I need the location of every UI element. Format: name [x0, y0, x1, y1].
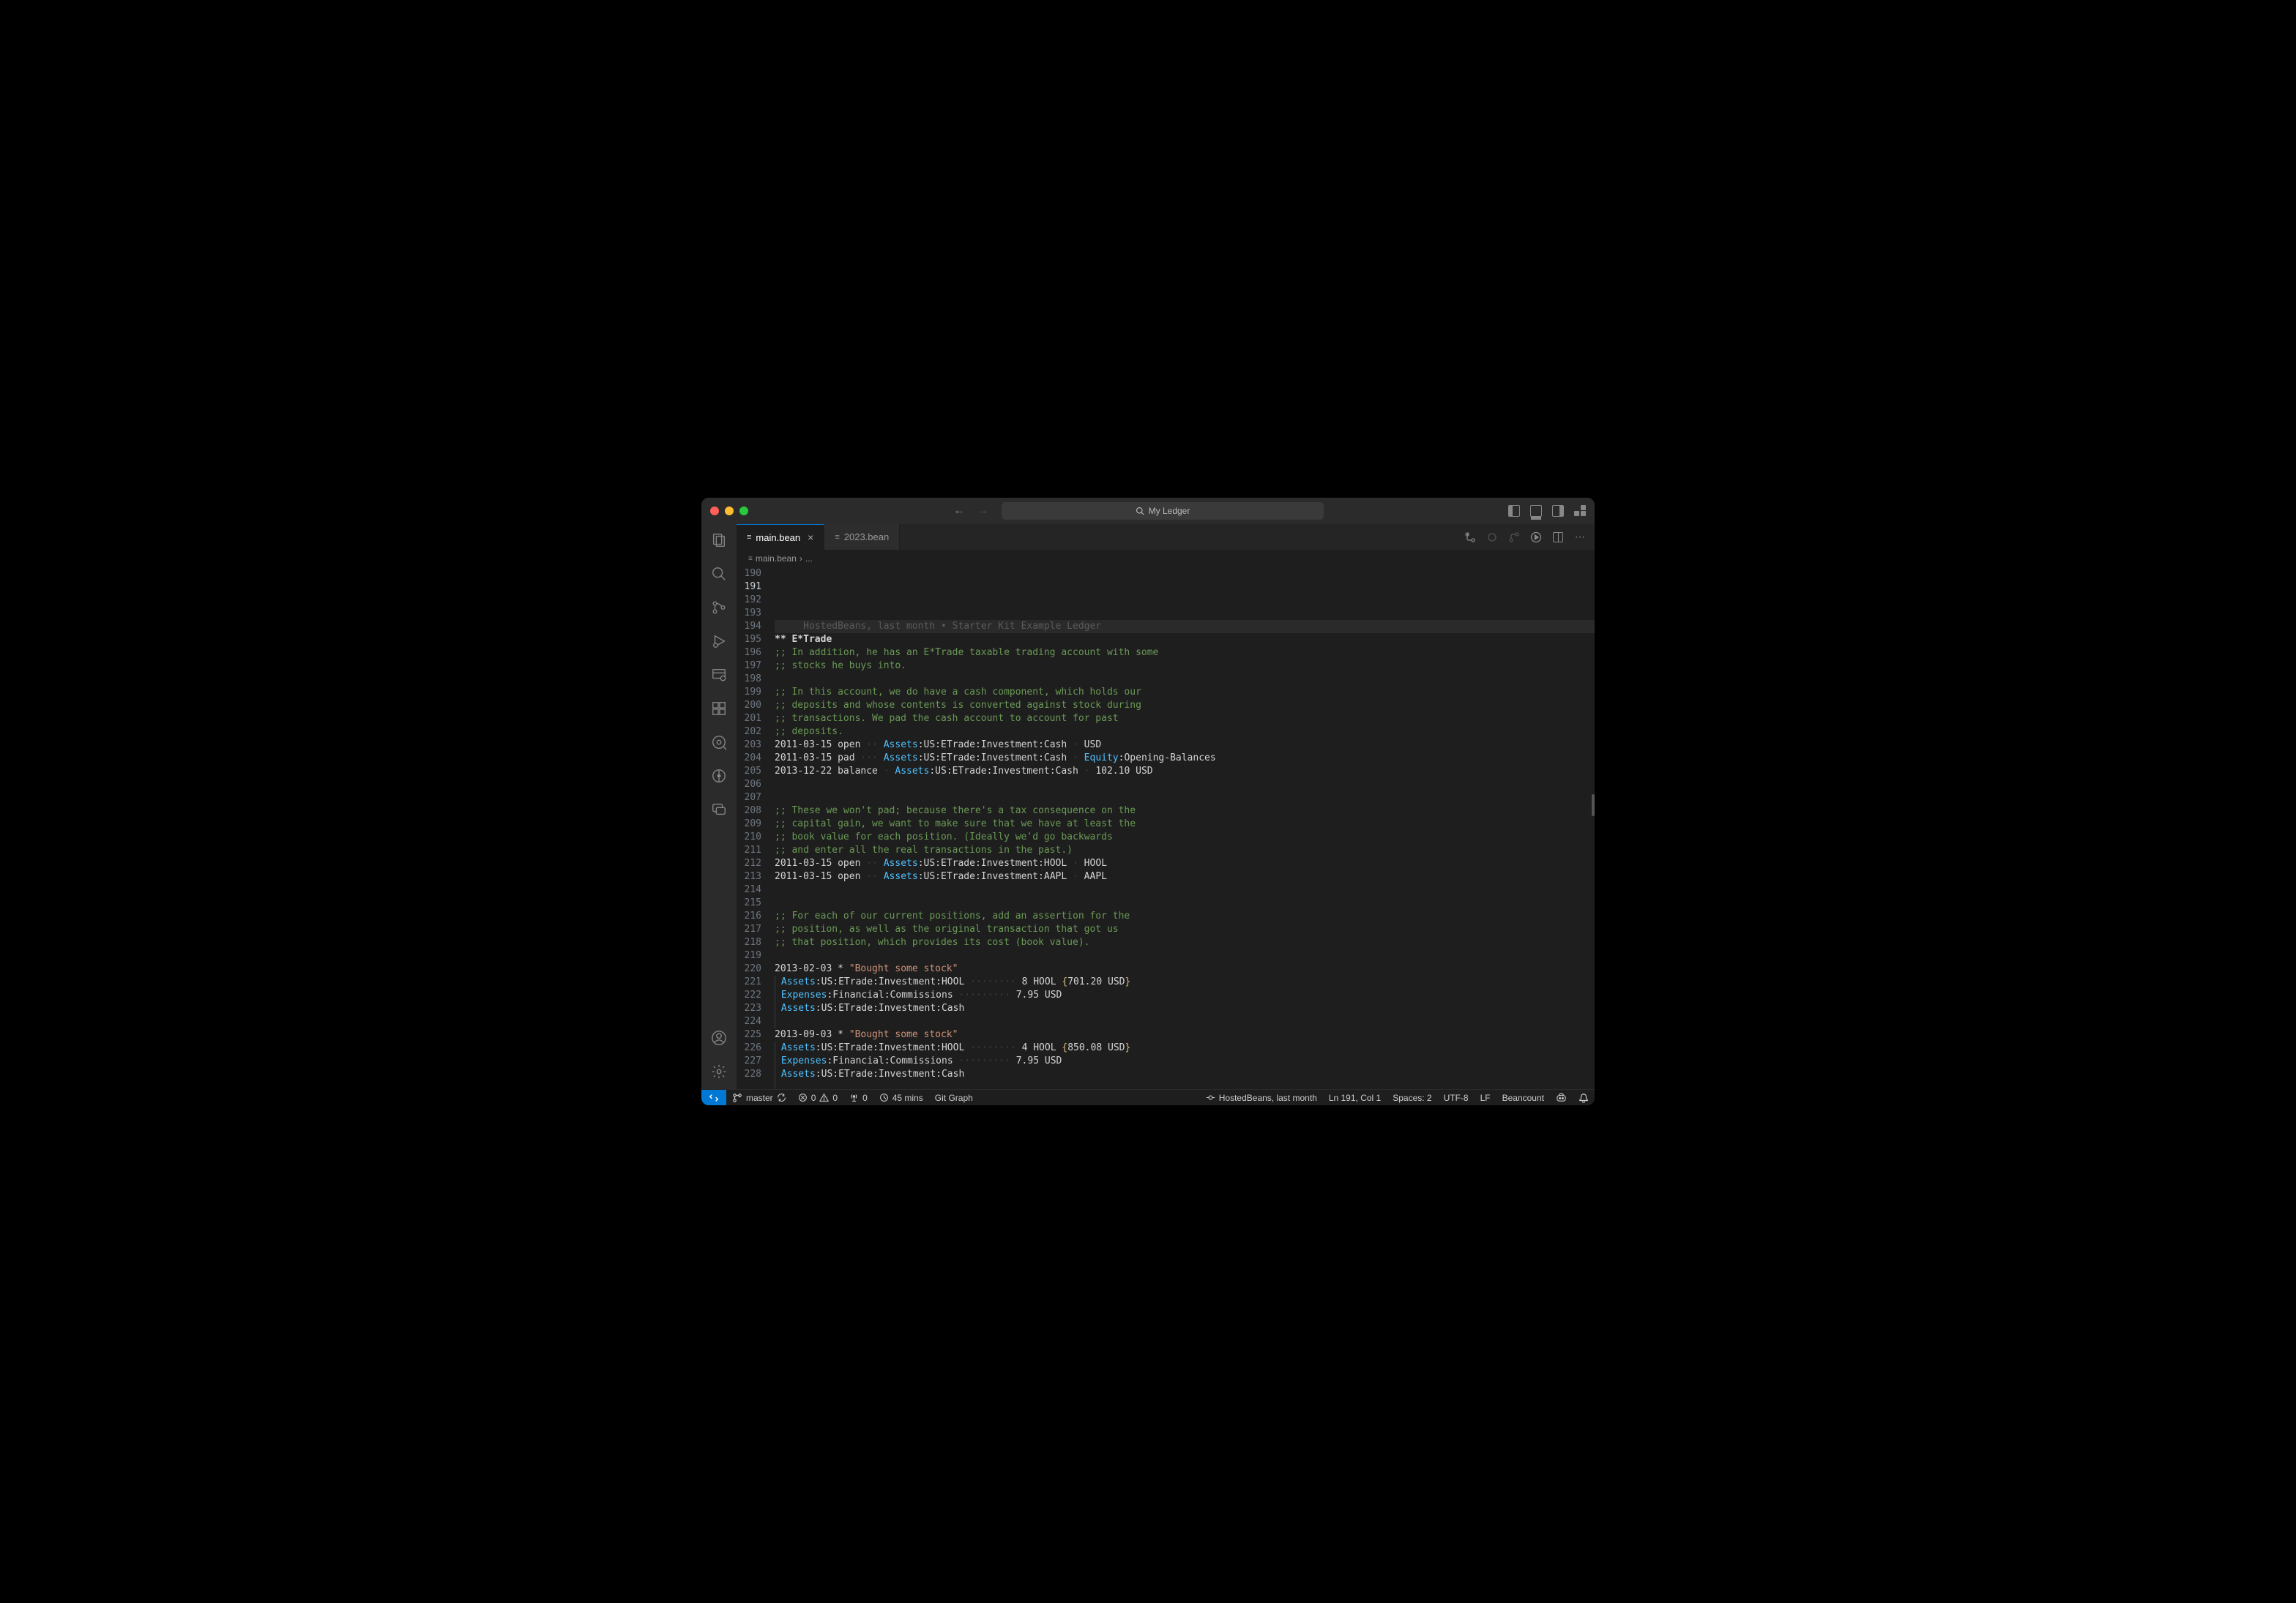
titlebar: ← → My Ledger	[701, 498, 1595, 524]
git-sync-icon[interactable]	[1486, 531, 1498, 543]
editor-actions: ⋯	[1464, 524, 1595, 550]
copilot-icon	[1556, 1092, 1567, 1103]
lang-label: Beancount	[1502, 1093, 1544, 1103]
gitlens-icon[interactable]	[710, 733, 728, 751]
nav-back-button[interactable]: ←	[953, 504, 965, 517]
command-center[interactable]: My Ledger	[1002, 502, 1324, 520]
tab-label: main.bean	[756, 532, 800, 543]
customize-layout-button[interactable]	[1574, 505, 1586, 517]
code-content[interactable]: HostedBeans, last month • Starter Kit Ex…	[775, 567, 1595, 1089]
file-icon: ≡	[748, 555, 753, 563]
encoding-status[interactable]: UTF-8	[1438, 1093, 1475, 1103]
clock-icon	[879, 1093, 889, 1102]
tab-label: 2023.bean	[844, 531, 889, 542]
blame-status[interactable]: HostedBeans, last month	[1200, 1093, 1323, 1103]
editor-group: ≡ main.bean × ≡ 2023.bean ⋯	[737, 524, 1595, 1089]
toggle-panel-button[interactable]	[1530, 505, 1542, 517]
radio-tower-icon	[849, 1093, 859, 1102]
time-tracking-status[interactable]: 45 mins	[873, 1093, 929, 1103]
ports-count: 0	[862, 1093, 868, 1103]
close-window-button[interactable]	[710, 507, 719, 515]
eol-status[interactable]: LF	[1475, 1093, 1496, 1103]
warnings-count: 0	[832, 1093, 838, 1103]
workbench: ≡ main.bean × ≡ 2023.bean ⋯	[701, 524, 1595, 1089]
split-editor-icon[interactable]	[1552, 531, 1564, 543]
status-bar: master 0 0 0 45 mins Git Graph HostedBea…	[701, 1089, 1595, 1105]
tab-main-bean[interactable]: ≡ main.bean ×	[737, 524, 824, 550]
warning-icon	[819, 1093, 829, 1102]
copilot-status[interactable]	[1550, 1092, 1573, 1103]
activity-bar	[701, 524, 737, 1089]
breadcrumb-sep: ›	[800, 553, 802, 564]
breadcrumb-rest: ...	[805, 553, 813, 564]
spaces-label: Spaces: 2	[1393, 1093, 1431, 1103]
commit-icon	[1206, 1093, 1215, 1102]
error-icon	[798, 1093, 808, 1102]
search-icon	[1136, 507, 1144, 515]
window: ← → My Ledger	[701, 498, 1595, 1105]
explorer-icon[interactable]	[710, 531, 728, 549]
git-graph-activity-icon[interactable]	[710, 767, 728, 785]
file-icon: ≡	[747, 533, 751, 542]
code-area[interactable]: 1901911921931941951961971981992002012022…	[737, 567, 1595, 1089]
tab-close-button[interactable]: ×	[808, 531, 813, 543]
cursor-position-status[interactable]: Ln 191, Col 1	[1323, 1093, 1387, 1103]
eol-label: LF	[1480, 1093, 1491, 1103]
git-branch-status[interactable]: master	[726, 1093, 792, 1103]
remote-explorer-icon[interactable]	[710, 666, 728, 684]
nav-forward-button[interactable]: →	[977, 504, 988, 517]
maximize-window-button[interactable]	[739, 507, 748, 515]
run-file-icon[interactable]	[1530, 531, 1542, 543]
minimap-slider[interactable]	[1592, 794, 1595, 816]
line-number-gutter: 1901911921931941951961971981992002012022…	[737, 567, 775, 1089]
extensions-icon[interactable]	[710, 700, 728, 717]
minimize-window-button[interactable]	[725, 507, 734, 515]
settings-gear-icon[interactable]	[710, 1063, 728, 1080]
git-branch-icon	[732, 1093, 742, 1103]
window-controls	[710, 507, 748, 515]
more-actions-icon[interactable]: ⋯	[1574, 531, 1586, 543]
git-pull-icon[interactable]	[1464, 531, 1476, 543]
titlebar-layout-controls	[1508, 505, 1586, 517]
ports-status[interactable]: 0	[843, 1093, 873, 1103]
tabs-container: ≡ main.bean × ≡ 2023.bean ⋯	[737, 524, 1595, 550]
toggle-primary-sidebar-button[interactable]	[1508, 505, 1520, 517]
nav-arrows: ← →	[953, 504, 988, 517]
notifications-status[interactable]	[1573, 1093, 1595, 1103]
command-center-label: My Ledger	[1149, 506, 1190, 516]
breadcrumb[interactable]: ≡ main.bean › ...	[737, 550, 1595, 567]
sync-icon	[777, 1093, 786, 1102]
language-status[interactable]: Beancount	[1496, 1093, 1550, 1103]
blame-label: HostedBeans, last month	[1219, 1093, 1317, 1103]
git-push-icon[interactable]	[1508, 531, 1520, 543]
errors-count: 0	[811, 1093, 816, 1103]
encoding-label: UTF-8	[1444, 1093, 1469, 1103]
branch-name: master	[746, 1093, 773, 1103]
indentation-status[interactable]: Spaces: 2	[1387, 1093, 1437, 1103]
problems-status[interactable]: 0 0	[792, 1093, 843, 1103]
file-icon: ≡	[835, 533, 839, 542]
chat-icon[interactable]	[710, 801, 728, 818]
breadcrumb-file: main.bean	[756, 553, 797, 564]
lncol-label: Ln 191, Col 1	[1329, 1093, 1381, 1103]
accounts-icon[interactable]	[710, 1029, 728, 1047]
bell-icon	[1578, 1093, 1589, 1103]
git-graph-label: Git Graph	[935, 1093, 973, 1103]
search-sidebar-icon[interactable]	[710, 565, 728, 583]
source-control-icon[interactable]	[710, 599, 728, 616]
run-debug-icon[interactable]	[710, 632, 728, 650]
git-graph-status[interactable]: Git Graph	[929, 1093, 979, 1103]
toggle-secondary-sidebar-button[interactable]	[1552, 505, 1564, 517]
remote-indicator[interactable]	[701, 1090, 726, 1105]
tab-2023-bean[interactable]: ≡ 2023.bean	[824, 524, 900, 550]
time-label: 45 mins	[892, 1093, 923, 1103]
